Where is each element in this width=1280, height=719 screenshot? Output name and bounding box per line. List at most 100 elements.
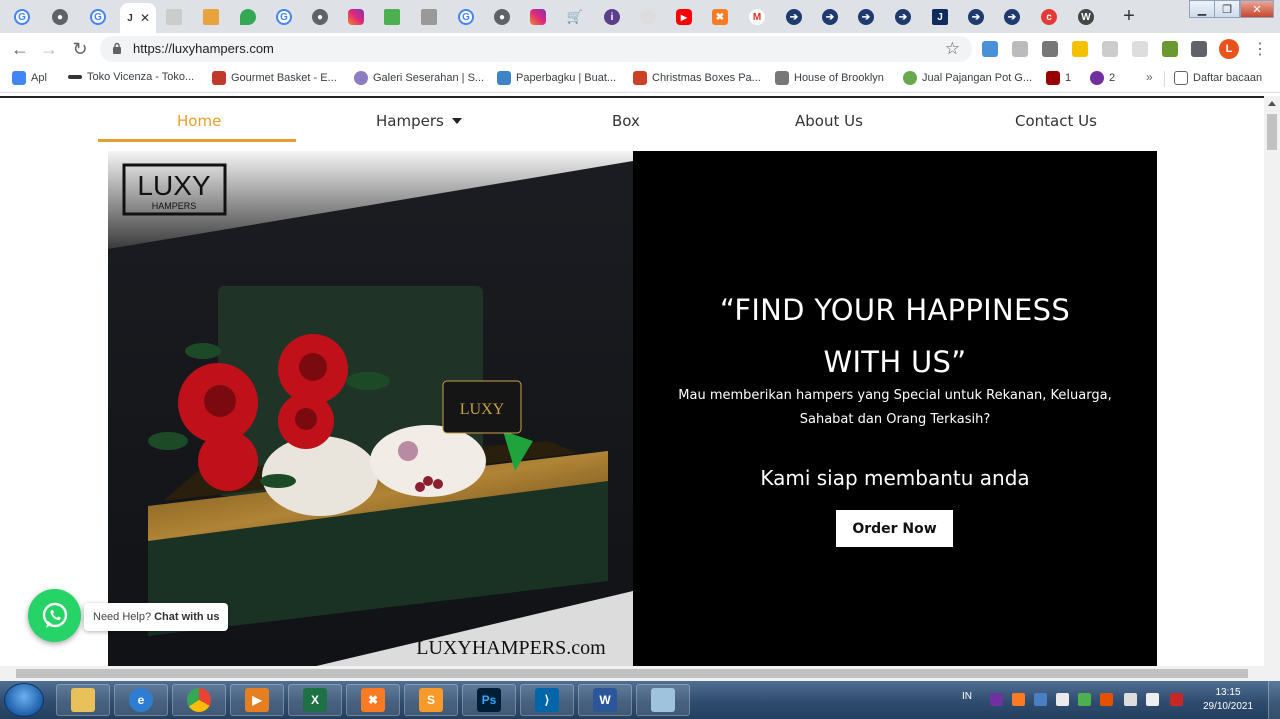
address-bar[interactable]: https://luxyhampers.com ☆ [100, 36, 972, 62]
tab-site[interactable] [156, 3, 192, 31]
bookmark-item[interactable]: 1 [1046, 71, 1071, 85]
tab-google[interactable]: G [266, 3, 302, 31]
order-now-button[interactable]: Order Now [836, 510, 953, 547]
tab-site[interactable]: ➔ [848, 3, 884, 31]
tab-globe[interactable]: ● [484, 3, 520, 31]
reload-button[interactable]: ↻ [70, 39, 90, 59]
whatsapp-chat-button[interactable] [28, 589, 81, 642]
vertical-scrollbar[interactable] [1264, 96, 1280, 666]
taskbar-excel[interactable]: X [288, 684, 342, 716]
tab-site[interactable]: ➔ [812, 3, 848, 31]
extension-icon[interactable] [1042, 41, 1058, 57]
tab-current[interactable]: J ✕ [120, 3, 156, 33]
tab-site[interactable]: c [1031, 3, 1067, 31]
system-clock[interactable]: 13:15 29/10/2021 [1198, 686, 1258, 714]
taskbar-explorer[interactable] [56, 684, 110, 716]
bookmark-item[interactable]: 2 [1090, 71, 1115, 85]
tab-google[interactable]: G [448, 3, 484, 31]
start-button[interactable] [4, 683, 44, 717]
show-desktop-button[interactable] [1268, 681, 1280, 719]
extension-icon[interactable] [1072, 41, 1088, 57]
tab-maps[interactable] [230, 3, 266, 31]
bookmark-item[interactable]: Paperbagku | Buat... [497, 71, 616, 85]
signal-icon[interactable] [1146, 693, 1159, 706]
bookmark-item[interactable]: House of Brooklyn [775, 71, 884, 85]
tab-info[interactable]: i [594, 3, 630, 31]
forward-button[interactable]: → [39, 39, 59, 59]
reading-list-button[interactable]: Daftar bacaan [1174, 71, 1262, 85]
minimize-button[interactable]: ▁ [1189, 0, 1215, 18]
whatsapp-label[interactable]: Need Help? Chat with us [84, 603, 229, 631]
tab-site[interactable]: ➔ [776, 3, 812, 31]
scroll-up-icon[interactable] [1268, 101, 1276, 106]
tab-gmail[interactable]: M [739, 3, 775, 31]
language-indicator[interactable]: IN [962, 691, 972, 702]
tab-site[interactable] [411, 3, 447, 31]
tab-instagram[interactable] [338, 3, 374, 31]
close-window-button[interactable]: ✕ [1240, 0, 1274, 18]
bookmark-star-icon[interactable]: ☆ [945, 39, 960, 59]
taskbar-chrome[interactable] [172, 684, 226, 716]
taskbar-sublime[interactable]: S [404, 684, 458, 716]
menu-icon[interactable]: ⋮ [1252, 39, 1268, 59]
taskbar-media[interactable]: ▶ [230, 684, 284, 716]
onenote-tray-icon[interactable] [990, 693, 1003, 706]
tab-youtube[interactable]: ▶ [666, 3, 702, 31]
bookmarks-overflow-button[interactable]: » [1146, 70, 1153, 84]
extension-icon[interactable] [1162, 41, 1178, 57]
tab-google[interactable]: G [80, 3, 116, 31]
xampp-tray-icon[interactable] [1012, 693, 1025, 706]
new-tab-button[interactable]: + [1118, 5, 1140, 27]
bookmark-item[interactable]: Christmas Boxes Pa... [633, 71, 761, 85]
tab-xampp[interactable]: ✖ [702, 3, 738, 31]
tab-site[interactable]: J [922, 3, 958, 31]
back-button[interactable]: ← [10, 39, 30, 59]
tab-cart[interactable]: 🛒 [557, 3, 593, 31]
tab-globe[interactable]: ● [42, 3, 78, 31]
scrollbar-thumb[interactable] [1267, 114, 1277, 150]
taskbar-ie[interactable]: e [114, 684, 168, 716]
tab-site[interactable] [193, 3, 229, 31]
bookmark-item[interactable]: Galeri Seserahan | S... [354, 71, 484, 85]
profile-avatar[interactable]: L [1219, 39, 1239, 59]
tab-site[interactable]: ➔ [994, 3, 1030, 31]
tab-site[interactable] [374, 3, 410, 31]
bookmark-apps[interactable]: Apl [12, 71, 47, 85]
tab-globe[interactable]: ● [302, 3, 338, 31]
notification-icon[interactable] [1100, 693, 1113, 706]
nav-contact[interactable]: Contact Us [1015, 112, 1097, 130]
nav-box[interactable]: Box [612, 112, 640, 130]
network-tray-icon[interactable] [1034, 693, 1047, 706]
taskbar-word[interactable]: W [578, 684, 632, 716]
translate-extension-icon[interactable] [982, 41, 998, 57]
extension-icon[interactable] [1132, 41, 1148, 57]
close-tab-icon[interactable]: ✕ [140, 11, 150, 25]
maximize-button[interactable]: ❐ [1214, 0, 1240, 18]
taskbar-app[interactable] [636, 684, 690, 716]
tab-site[interactable]: ➔ [958, 3, 994, 31]
scrollbar-thumb[interactable] [16, 669, 1248, 678]
taskbar-vscode[interactable]: ⟩ [520, 684, 574, 716]
puzzle-icon[interactable] [1191, 41, 1207, 57]
battery-icon[interactable] [1078, 693, 1091, 706]
extension-icon[interactable] [1012, 41, 1028, 57]
bookmark-item[interactable]: Toko Vicenza - Toko... [68, 71, 194, 83]
folder-icon [71, 688, 95, 712]
taskbar-xampp[interactable]: ✖ [346, 684, 400, 716]
bookmark-item[interactable]: Jual Pajangan Pot G... [903, 71, 1032, 85]
nav-hampers[interactable]: Hampers [376, 112, 462, 130]
tab-site[interactable] [630, 3, 666, 31]
action-center-icon[interactable] [1170, 693, 1183, 706]
nav-about[interactable]: About Us [795, 112, 863, 130]
wifi-icon[interactable] [1056, 693, 1069, 706]
nav-home[interactable]: Home [177, 112, 221, 130]
tab-instagram[interactable] [520, 3, 556, 31]
extension-icon[interactable] [1102, 41, 1118, 57]
tab-site[interactable]: ➔ [885, 3, 921, 31]
horizontal-scrollbar[interactable] [0, 666, 1280, 681]
bookmark-item[interactable]: Gourmet Basket - E... [212, 71, 337, 85]
tab-google[interactable]: G [4, 3, 40, 31]
taskbar-photoshop[interactable]: Ps [462, 684, 516, 716]
tab-wordpress[interactable]: W [1068, 3, 1104, 31]
volume-icon[interactable] [1124, 693, 1137, 706]
